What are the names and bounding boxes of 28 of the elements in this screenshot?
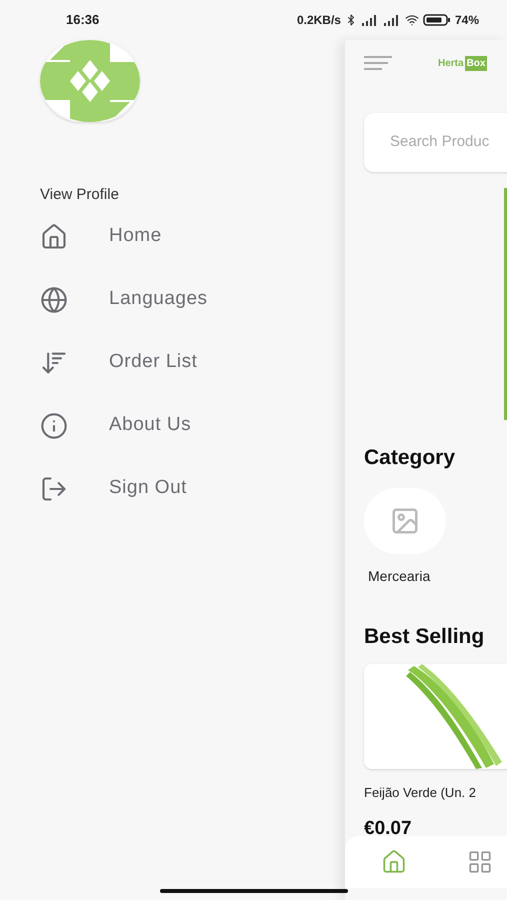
signal-icon (382, 14, 401, 26)
product-price: €0.07 (364, 816, 413, 840)
image-placeholder-icon (390, 506, 420, 536)
drawer-menu-item[interactable]: Languages (40, 284, 208, 316)
home-icon (40, 222, 68, 250)
info-icon (40, 412, 68, 440)
network-speed: 0.2KB/s (296, 12, 341, 29)
category-label: Mercearia (368, 566, 430, 586)
logout-icon (40, 474, 68, 502)
best-selling-heading: Best Selling (364, 624, 486, 650)
categories-tab[interactable] (467, 849, 493, 875)
drawer-menu-item[interactable]: Home (40, 220, 162, 252)
wifi-icon (404, 13, 419, 27)
drawer-menu-item[interactable]: Order List (40, 346, 198, 378)
status-time: 16:36 (66, 11, 100, 30)
globe-icon (40, 286, 68, 314)
avatar-pattern-icon (40, 40, 140, 122)
home-tab[interactable] (381, 849, 407, 875)
menu-icon[interactable] (364, 55, 392, 71)
logo: Herta Box (438, 56, 488, 70)
drawer-menu-item[interactable]: Sign Out (40, 472, 187, 504)
battery-icon (422, 14, 451, 26)
drawer-menu-item[interactable]: About Us (40, 410, 192, 442)
product-name: Feijão Verde (Un. 2 (364, 784, 478, 802)
battery-level: 74% (454, 12, 479, 29)
category-heading: Category (364, 445, 456, 471)
view-profile-link[interactable]: View Profile (40, 184, 119, 206)
signal-icon (360, 14, 379, 26)
